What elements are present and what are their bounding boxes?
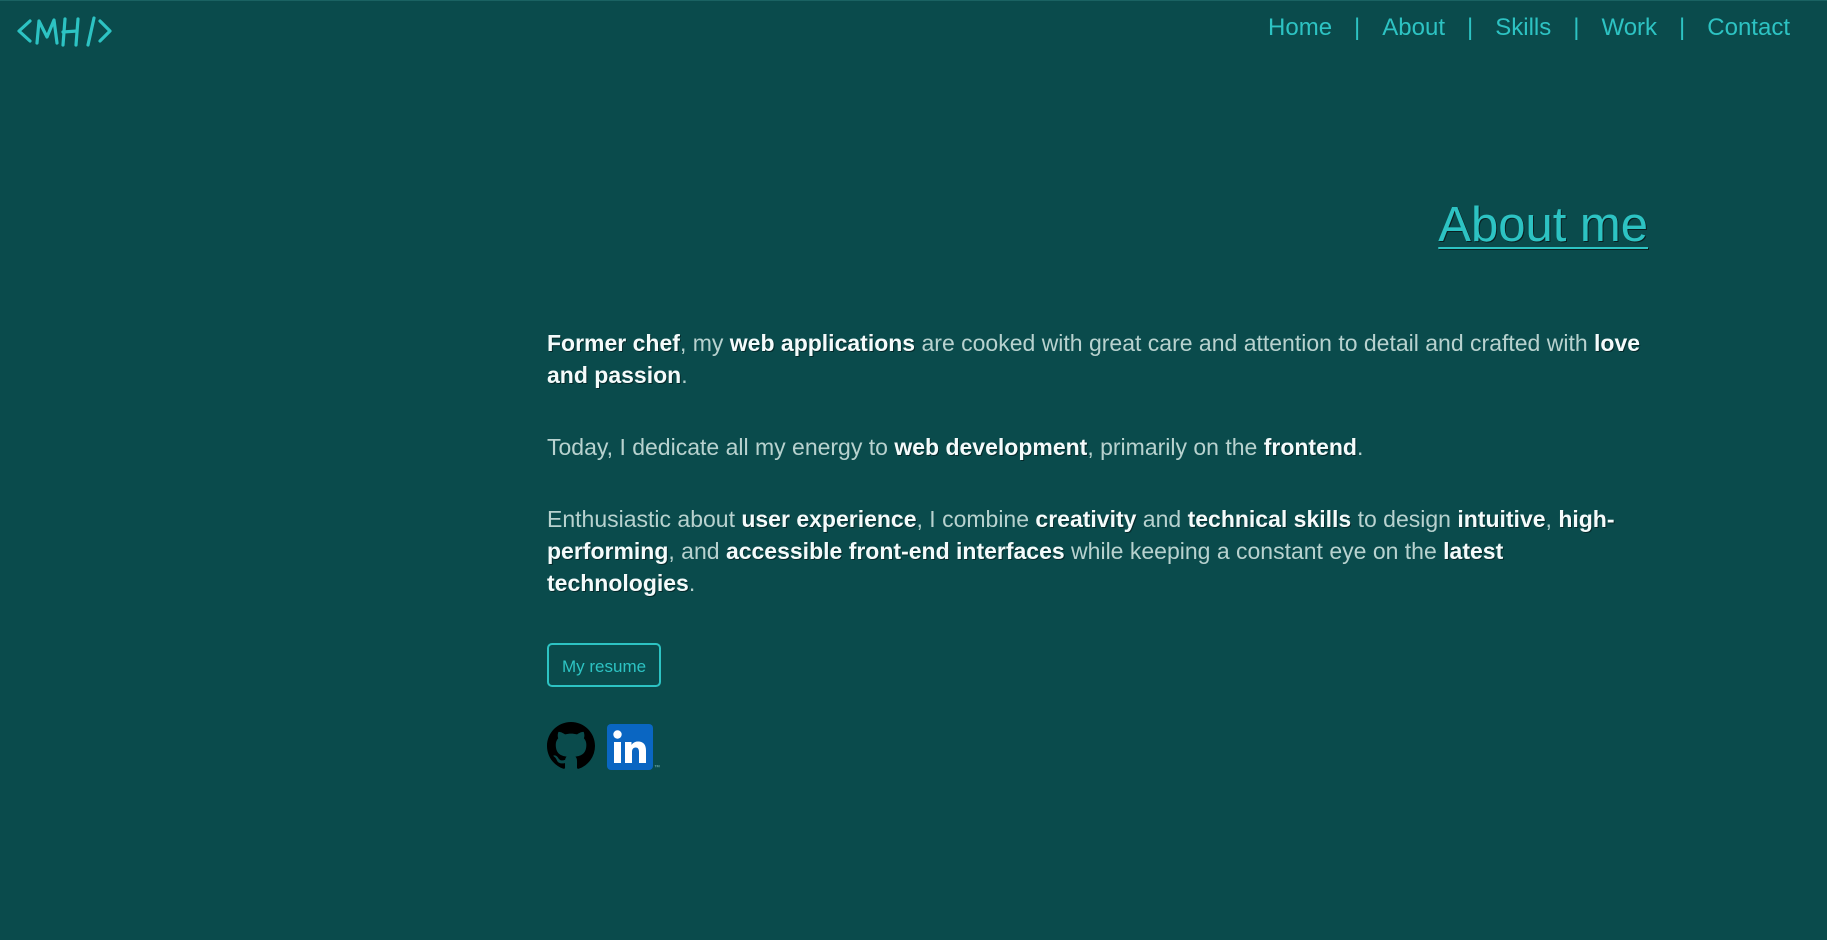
- nav-home[interactable]: Home: [1268, 14, 1332, 42]
- github-icon: [547, 722, 595, 769]
- github-link[interactable]: [547, 722, 595, 775]
- linkedin-icon: [607, 724, 653, 770]
- about-paragraph-2: Today, I dedicate all my energy to web d…: [547, 434, 1364, 460]
- mh-logo-icon[interactable]: [16, 9, 112, 53]
- nav-contact[interactable]: Contact: [1707, 14, 1790, 42]
- nav-separator: |: [1467, 14, 1474, 41]
- nav-about[interactable]: About: [1382, 14, 1445, 42]
- page: Home | About | Skills | Work | Contact A…: [0, 0, 1827, 940]
- resume-button[interactable]: My resume: [547, 643, 662, 687]
- main-nav: Home | About | Skills | Work | Contact: [1268, 14, 1790, 42]
- nav-skills[interactable]: Skills: [1495, 14, 1551, 42]
- about-paragraph-3: Enthusiastic about user experience, I co…: [547, 506, 1615, 596]
- page-title[interactable]: About me: [1438, 197, 1648, 253]
- nav-separator: |: [1354, 14, 1361, 41]
- trademark-mark: ™: [654, 765, 660, 771]
- about-content: Former chef, my web applications are coo…: [547, 327, 1647, 775]
- nav-work[interactable]: Work: [1601, 14, 1657, 42]
- nav-separator: |: [1573, 14, 1580, 41]
- linkedin-link[interactable]: [595, 724, 653, 775]
- social-links: ™: [547, 722, 1647, 775]
- about-paragraph-1: Former chef, my web applications are coo…: [547, 330, 1641, 388]
- nav-separator: |: [1679, 14, 1686, 41]
